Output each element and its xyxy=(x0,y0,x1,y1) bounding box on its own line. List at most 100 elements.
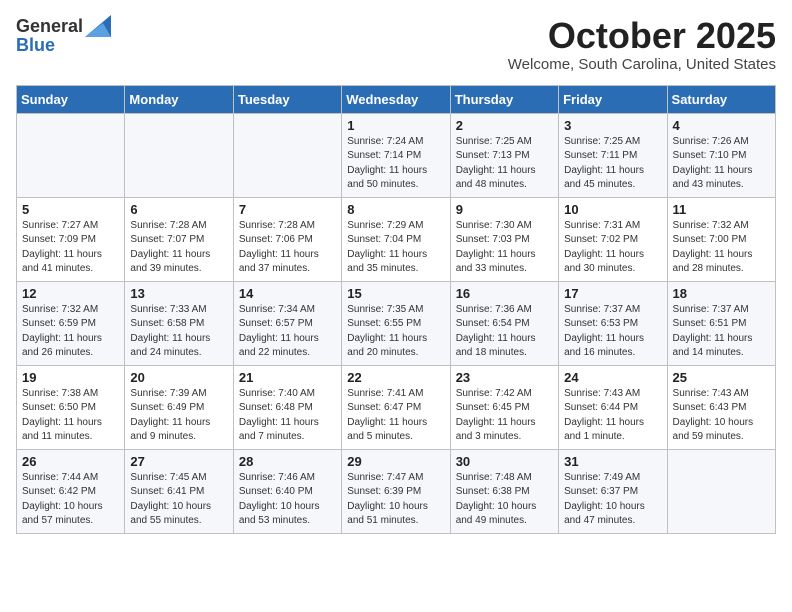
day-number: 23 xyxy=(456,370,553,385)
day-number: 24 xyxy=(564,370,661,385)
calendar-cell: 24 Sunrise: 7:43 AM Sunset: 6:44 PM Dayli… xyxy=(559,365,667,449)
calendar-cell: 12 Sunrise: 7:32 AM Sunset: 6:59 PM Dayli… xyxy=(17,281,125,365)
day-number: 22 xyxy=(347,370,444,385)
day-info: Sunrise: 7:28 AM Sunset: 7:07 PM Dayligh… xyxy=(130,219,227,277)
day-info: Sunrise: 7:48 AM Sunset: 6:38 PM Dayligh… xyxy=(456,471,553,529)
calendar-cell: 13 Sunrise: 7:33 AM Sunset: 6:58 PM Dayli… xyxy=(125,281,233,365)
day-info: Sunrise: 7:37 AM Sunset: 6:53 PM Dayligh… xyxy=(564,303,661,361)
day-number: 31 xyxy=(564,454,661,469)
calendar-cell: 15 Sunrise: 7:35 AM Sunset: 6:55 PM Dayli… xyxy=(342,281,450,365)
day-info: Sunrise: 7:26 AM Sunset: 7:10 PM Dayligh… xyxy=(673,135,770,193)
calendar-cell: 19Sunrise: 7:38 AM Sunset: 6:50 PM Dayli… xyxy=(17,365,125,449)
calendar-cell: 7Sunrise: 7:28 AM Sunset: 7:06 PM Daylig… xyxy=(233,197,341,281)
calendar-cell: 20Sunrise: 7:39 AM Sunset: 6:49 PM Dayli… xyxy=(125,365,233,449)
day-number: 12 xyxy=(22,286,119,301)
day-info: Sunrise: 7:28 AM Sunset: 7:06 PM Dayligh… xyxy=(239,219,336,277)
calendar-cell: 16 Sunrise: 7:36 AM Sunset: 6:54 PM Dayli… xyxy=(450,281,558,365)
day-info: Sunrise: 7:30 AM Sunset: 7:03 PM Dayligh… xyxy=(456,219,553,277)
calendar-cell: 28 Sunrise: 7:46 AM Sunset: 6:40 PM Dayli… xyxy=(233,449,341,533)
calendar-table: SundayMondayTuesdayWednesdayThursdayFrid… xyxy=(16,85,776,534)
calendar-cell: 22 Sunrise: 7:41 AM Sunset: 6:47 PM Dayli… xyxy=(342,365,450,449)
day-number: 9 xyxy=(456,202,553,217)
day-number: 29 xyxy=(347,454,444,469)
calendar-cell: 5 Sunrise: 7:27 AM Sunset: 7:09 PM Daylig… xyxy=(17,197,125,281)
day-number: 15 xyxy=(347,286,444,301)
day-info: Sunrise: 7:43 AM Sunset: 6:43 PM Dayligh… xyxy=(673,387,770,445)
day-info: Sunrise: 7:27 AM Sunset: 7:09 PM Dayligh… xyxy=(22,219,119,277)
day-info: Sunrise: 7:47 AM Sunset: 6:39 PM Dayligh… xyxy=(347,471,444,529)
day-number: 5 xyxy=(22,202,119,217)
day-info: Sunrise: 7:34 AM Sunset: 6:57 PM Dayligh… xyxy=(239,303,336,361)
calendar-cell: 8 Sunrise: 7:29 AM Sunset: 7:04 PM Daylig… xyxy=(342,197,450,281)
day-number: 14 xyxy=(239,286,336,301)
calendar-cell: 30Sunrise: 7:48 AM Sunset: 6:38 PM Dayli… xyxy=(450,449,558,533)
day-info: Sunrise: 7:41 AM Sunset: 6:47 PM Dayligh… xyxy=(347,387,444,445)
header-sunday: Sunday xyxy=(17,85,125,113)
calendar-week-5: 26Sunrise: 7:44 AM Sunset: 6:42 PM Dayli… xyxy=(17,449,776,533)
day-info: Sunrise: 7:38 AM Sunset: 6:50 PM Dayligh… xyxy=(22,387,119,445)
day-number: 10 xyxy=(564,202,661,217)
day-number: 26 xyxy=(22,454,119,469)
header-friday: Friday xyxy=(559,85,667,113)
day-number: 17 xyxy=(564,286,661,301)
day-number: 4 xyxy=(673,118,770,133)
day-number: 8 xyxy=(347,202,444,217)
header-tuesday: Tuesday xyxy=(233,85,341,113)
calendar-cell: 1Sunrise: 7:24 AM Sunset: 7:14 PM Daylig… xyxy=(342,113,450,197)
month-title: October 2025 xyxy=(508,16,776,56)
day-info: Sunrise: 7:49 AM Sunset: 6:37 PM Dayligh… xyxy=(564,471,661,529)
calendar-week-4: 19Sunrise: 7:38 AM Sunset: 6:50 PM Dayli… xyxy=(17,365,776,449)
day-number: 27 xyxy=(130,454,227,469)
calendar-cell: 2 Sunrise: 7:25 AM Sunset: 7:13 PM Daylig… xyxy=(450,113,558,197)
location-subtitle: Welcome, South Carolina, United States xyxy=(508,56,776,73)
calendar-cell: 10 Sunrise: 7:31 AM Sunset: 7:02 PM Dayli… xyxy=(559,197,667,281)
day-info: Sunrise: 7:43 AM Sunset: 6:44 PM Dayligh… xyxy=(564,387,661,445)
day-number: 25 xyxy=(673,370,770,385)
calendar-cell: 31 Sunrise: 7:49 AM Sunset: 6:37 PM Dayli… xyxy=(559,449,667,533)
logo-general-text: General xyxy=(16,16,83,37)
calendar-cell: 25 Sunrise: 7:43 AM Sunset: 6:43 PM Dayli… xyxy=(667,365,775,449)
day-info: Sunrise: 7:32 AM Sunset: 6:59 PM Dayligh… xyxy=(22,303,119,361)
calendar-cell: 11Sunrise: 7:32 AM Sunset: 7:00 PM Dayli… xyxy=(667,197,775,281)
day-number: 20 xyxy=(130,370,227,385)
day-number: 1 xyxy=(347,118,444,133)
logo: General Blue xyxy=(16,16,111,56)
day-number: 13 xyxy=(130,286,227,301)
calendar-cell xyxy=(125,113,233,197)
day-info: Sunrise: 7:45 AM Sunset: 6:41 PM Dayligh… xyxy=(130,471,227,529)
calendar-cell: 6 Sunrise: 7:28 AM Sunset: 7:07 PM Daylig… xyxy=(125,197,233,281)
day-info: Sunrise: 7:25 AM Sunset: 7:11 PM Dayligh… xyxy=(564,135,661,193)
day-number: 28 xyxy=(239,454,336,469)
calendar-cell: 27 Sunrise: 7:45 AM Sunset: 6:41 PM Dayli… xyxy=(125,449,233,533)
header-monday: Monday xyxy=(125,85,233,113)
day-info: Sunrise: 7:31 AM Sunset: 7:02 PM Dayligh… xyxy=(564,219,661,277)
header-thursday: Thursday xyxy=(450,85,558,113)
day-number: 2 xyxy=(456,118,553,133)
day-number: 16 xyxy=(456,286,553,301)
calendar-cell: 3 Sunrise: 7:25 AM Sunset: 7:11 PM Daylig… xyxy=(559,113,667,197)
calendar-cell xyxy=(17,113,125,197)
day-info: Sunrise: 7:36 AM Sunset: 6:54 PM Dayligh… xyxy=(456,303,553,361)
calendar-cell: 14 Sunrise: 7:34 AM Sunset: 6:57 PM Dayli… xyxy=(233,281,341,365)
logo-icon xyxy=(85,15,111,37)
day-info: Sunrise: 7:35 AM Sunset: 6:55 PM Dayligh… xyxy=(347,303,444,361)
day-info: Sunrise: 7:32 AM Sunset: 7:00 PM Dayligh… xyxy=(673,219,770,277)
calendar-header-row: SundayMondayTuesdayWednesdayThursdayFrid… xyxy=(17,85,776,113)
day-info: Sunrise: 7:33 AM Sunset: 6:58 PM Dayligh… xyxy=(130,303,227,361)
calendar-cell xyxy=(667,449,775,533)
day-number: 6 xyxy=(130,202,227,217)
header-saturday: Saturday xyxy=(667,85,775,113)
calendar-week-3: 12 Sunrise: 7:32 AM Sunset: 6:59 PM Dayli… xyxy=(17,281,776,365)
day-info: Sunrise: 7:37 AM Sunset: 6:51 PM Dayligh… xyxy=(673,303,770,361)
calendar-cell: 29 Sunrise: 7:47 AM Sunset: 6:39 PM Dayli… xyxy=(342,449,450,533)
calendar-cell: 21Sunrise: 7:40 AM Sunset: 6:48 PM Dayli… xyxy=(233,365,341,449)
day-info: Sunrise: 7:42 AM Sunset: 6:45 PM Dayligh… xyxy=(456,387,553,445)
calendar-cell: 18Sunrise: 7:37 AM Sunset: 6:51 PM Dayli… xyxy=(667,281,775,365)
day-info: Sunrise: 7:46 AM Sunset: 6:40 PM Dayligh… xyxy=(239,471,336,529)
day-number: 3 xyxy=(564,118,661,133)
day-info: Sunrise: 7:25 AM Sunset: 7:13 PM Dayligh… xyxy=(456,135,553,193)
page-header: General Blue October 2025 Welcome, South… xyxy=(16,16,776,73)
calendar-cell: 26Sunrise: 7:44 AM Sunset: 6:42 PM Dayli… xyxy=(17,449,125,533)
day-info: Sunrise: 7:29 AM Sunset: 7:04 PM Dayligh… xyxy=(347,219,444,277)
day-info: Sunrise: 7:40 AM Sunset: 6:48 PM Dayligh… xyxy=(239,387,336,445)
